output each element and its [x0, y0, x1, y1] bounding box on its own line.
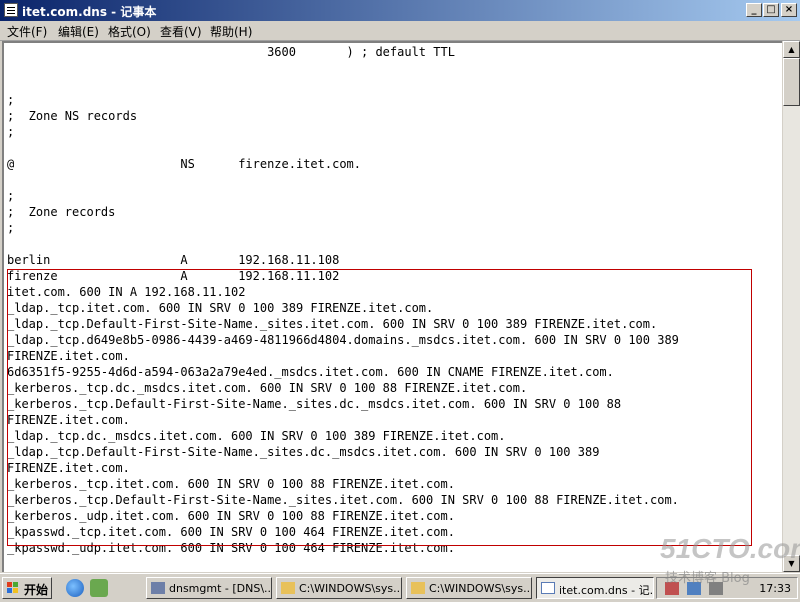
clock[interactable]: 17:33 [759, 582, 791, 595]
task-label: C:\WINDOWS\sys... [429, 582, 532, 595]
menu-format[interactable]: 格式(O) [108, 23, 151, 40]
task-notepad[interactable]: itet.com.dns - 记... [536, 577, 654, 599]
windows-logo-icon [7, 582, 19, 594]
internet-explorer-icon[interactable] [66, 579, 84, 597]
text-line: ; Zone records [7, 205, 116, 219]
highlight-annotation [7, 269, 752, 546]
window-title: itet.com.dns - 记事本 [22, 5, 157, 19]
quicklaunch-icon[interactable] [90, 579, 108, 597]
watermark-subtitle: 技术博客 Blog [665, 571, 750, 586]
text-line: ; Zone NS records [7, 109, 138, 123]
notepad-icon[interactable] [4, 3, 18, 17]
text-line: ; [7, 93, 15, 107]
close-button[interactable]: × [781, 3, 797, 17]
menu-view[interactable]: 查看(V) [160, 23, 202, 40]
maximize-button[interactable]: □ [763, 3, 779, 17]
dns-icon [151, 582, 165, 594]
menu-bar: 文件(F) 编辑(E) 格式(O) 查看(V) 帮助(H) [0, 21, 800, 41]
text-editor[interactable]: 3600 ) ; default TTL; ; Zone NS records; @… [2, 41, 782, 572]
vertical-scrollbar[interactable]: ▲ ▼ [783, 41, 800, 572]
start-button[interactable]: 开始 [2, 577, 52, 599]
task-label: itet.com.dns - 记... [559, 584, 654, 597]
title-bar: itet.com.dns - 记事本 _ □ × [0, 0, 800, 21]
task-label: dnsmgmt - [DNS\... [169, 582, 272, 595]
menu-help[interactable]: 帮助(H) [210, 23, 252, 40]
watermark-logo: 51CTO.com [660, 533, 800, 564]
menu-file[interactable]: 文件(F) [7, 23, 47, 40]
task-folder-1[interactable]: C:\WINDOWS\sys... [276, 577, 402, 599]
scroll-up-button[interactable]: ▲ [783, 41, 800, 58]
text-line: ; [7, 221, 15, 235]
minimize-button[interactable]: _ [746, 3, 762, 17]
task-label: C:\WINDOWS\sys... [299, 582, 402, 595]
task-dnsmgmt[interactable]: dnsmgmt - [DNS\... [146, 577, 272, 599]
text-line: ; [7, 189, 15, 203]
scroll-thumb[interactable] [783, 58, 800, 106]
menu-edit[interactable]: 编辑(E) [58, 23, 99, 40]
start-label: 开始 [24, 583, 49, 597]
notepad-icon [541, 582, 555, 594]
task-folder-2[interactable]: C:\WINDOWS\sys... [406, 577, 532, 599]
folder-icon [281, 582, 295, 594]
text-line: berlin A 192.168.11.108 [7, 253, 340, 267]
folder-icon [411, 582, 425, 594]
text-line: ; [7, 125, 15, 139]
text-line: @ NS firenze.itet.com. [7, 157, 362, 171]
text-line: 3600 ) ; default TTL [7, 45, 455, 59]
